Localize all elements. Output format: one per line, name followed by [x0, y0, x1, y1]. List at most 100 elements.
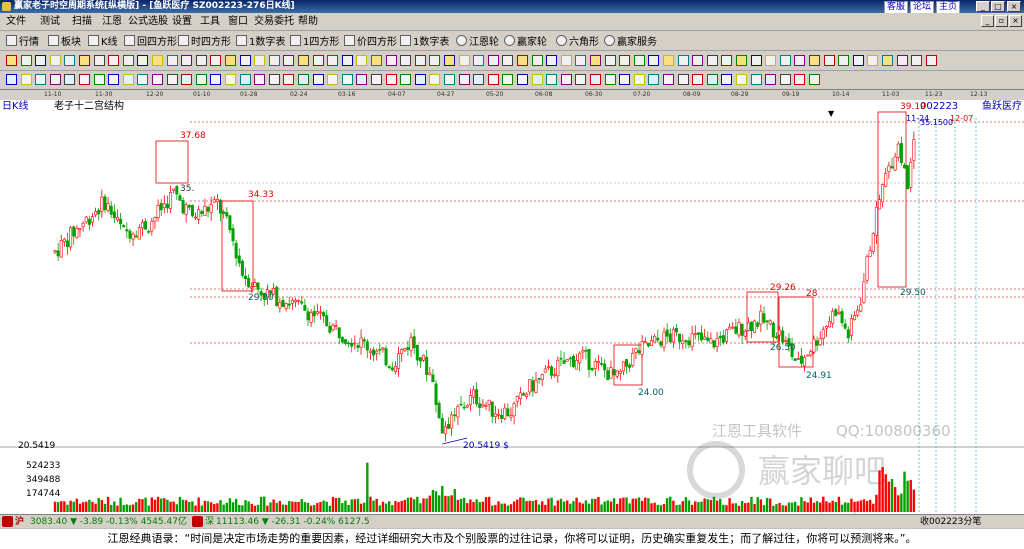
maximize-button[interactable]: □: [991, 1, 1005, 12]
draw-tool-icon-41[interactable]: [604, 55, 616, 66]
menu-window[interactable]: 窗口: [228, 15, 248, 28]
analysis-tool-icon-6[interactable]: [93, 74, 105, 85]
analysis-tool-icon-18[interactable]: [268, 74, 280, 85]
menu-settings[interactable]: 设置: [172, 15, 192, 28]
analysis-tool-icon-35[interactable]: [517, 74, 528, 85]
analysis-tool-icon-50[interactable]: [736, 74, 747, 85]
menu-tools[interactable]: 工具: [200, 15, 220, 28]
draw-tool-icon-11[interactable]: [166, 55, 178, 66]
menu-gann[interactable]: 江恩: [102, 15, 122, 28]
analysis-tool-icon-44[interactable]: [648, 74, 660, 85]
analysis-tool-icon-23[interactable]: [341, 74, 353, 85]
analysis-tool-icon-4[interactable]: [64, 74, 76, 85]
draw-tool-icon-0[interactable]: [6, 55, 17, 66]
draw-tool-icon-50[interactable]: [736, 55, 747, 66]
draw-tool-icon-7[interactable]: [108, 55, 120, 66]
draw-tool-icon-35[interactable]: [517, 55, 528, 66]
draw-tool-icon-32[interactable]: [473, 55, 485, 66]
draw-tool-icon-39[interactable]: [575, 55, 587, 66]
draw-tool-icon-5[interactable]: [79, 55, 90, 66]
analysis-tool-icon-38[interactable]: [560, 74, 572, 85]
draw-tool-icon-8[interactable]: [122, 55, 134, 66]
analysis-tool-icon-24[interactable]: [356, 74, 368, 85]
draw-tool-icon-55[interactable]: [809, 55, 820, 66]
draw-tool-icon-59[interactable]: [867, 55, 879, 66]
draw-tool-icon-12[interactable]: [181, 55, 193, 66]
draw-tool-icon-18[interactable]: [268, 55, 280, 66]
analysis-tool-icon-31[interactable]: [458, 74, 470, 85]
menu-scan[interactable]: 扫描: [72, 15, 92, 28]
analysis-tool-icon-20[interactable]: [298, 74, 309, 85]
draw-tool-icon-14[interactable]: [210, 55, 222, 66]
draw-tool-icon-33[interactable]: [487, 55, 499, 66]
draw-tool-icon-40[interactable]: [590, 55, 601, 66]
analysis-tool-icon-22[interactable]: [327, 74, 339, 85]
analysis-tool-icon-30[interactable]: [444, 74, 455, 85]
analysis-tool-icon-32[interactable]: [473, 74, 485, 85]
draw-tool-icon-22[interactable]: [327, 55, 339, 66]
analysis-tool-icon-29[interactable]: [429, 74, 441, 85]
analysis-tool-icon-21[interactable]: [312, 74, 324, 85]
toolbar-time-square-button[interactable]: 时四方形: [178, 33, 231, 48]
draw-tool-icon-3[interactable]: [49, 55, 61, 66]
analysis-tool-icon-19[interactable]: [283, 74, 295, 85]
draw-tool-icon-36[interactable]: [531, 55, 543, 66]
draw-tool-icon-19[interactable]: [283, 55, 295, 66]
analysis-tool-icon-5[interactable]: [79, 74, 90, 85]
analysis-tool-icon-40[interactable]: [590, 74, 601, 85]
toolbar-hexagon-button[interactable]: 六角形: [556, 33, 599, 48]
chart-dropdown-arrow[interactable]: ▼: [828, 109, 835, 118]
analysis-tool-icon-17[interactable]: [254, 74, 266, 85]
analysis-tool-icon-12[interactable]: [181, 74, 193, 85]
toolbar-sector-button[interactable]: 板块: [48, 33, 81, 48]
toolbar-square2-button[interactable]: 1四方形: [290, 33, 339, 48]
draw-tool-icon-43[interactable]: [633, 55, 645, 66]
chart-area[interactable]: 江恩工具软件 QQ:100800360 赢家聊吧 jiaoa.yo.cn 日K线…: [0, 100, 1024, 514]
draw-tool-icon-56[interactable]: [823, 55, 835, 66]
mdi-restore-button[interactable]: ▫: [995, 15, 1008, 27]
menu-formula[interactable]: 公式选股: [128, 15, 168, 28]
toolbar-number-table-button[interactable]: 1数字表: [236, 33, 285, 48]
draw-tool-icon-15[interactable]: [225, 55, 236, 66]
analysis-tool-icon-45[interactable]: [663, 74, 674, 85]
draw-tool-icon-37[interactable]: [546, 55, 558, 66]
draw-tool-icon-2[interactable]: [35, 55, 47, 66]
draw-tool-icon-16[interactable]: [239, 55, 251, 66]
mdi-close-button[interactable]: ×: [1009, 15, 1022, 27]
analysis-tool-icon-9[interactable]: [137, 74, 149, 85]
analysis-tool-icon-51[interactable]: [750, 74, 762, 85]
draw-tool-icon-45[interactable]: [663, 55, 674, 66]
toolbar-kline-button[interactable]: K线: [88, 33, 118, 48]
draw-tool-icon-49[interactable]: [721, 55, 733, 66]
menu-trade[interactable]: 交易委托: [254, 15, 294, 28]
analysis-tool-icon-25[interactable]: [371, 74, 382, 85]
analysis-tool-icon-34[interactable]: [502, 74, 514, 85]
toolbar-service-button[interactable]: 赢家服务: [604, 33, 657, 48]
toolbar-square-button[interactable]: 回四方形: [124, 33, 177, 48]
analysis-tool-icon-15[interactable]: [225, 74, 236, 85]
draw-tool-icon-31[interactable]: [458, 55, 470, 66]
draw-tool-icon-62[interactable]: [911, 55, 923, 66]
draw-tool-icon-47[interactable]: [692, 55, 704, 66]
kline-chart[interactable]: 江恩工具软件 QQ:100800360 赢家聊吧 jiaoa.yo.cn 日K线…: [0, 100, 1024, 514]
toolbar-winner-wheel-button[interactable]: 赢家轮: [504, 33, 547, 48]
draw-tool-icon-60[interactable]: [882, 55, 893, 66]
draw-tool-icon-29[interactable]: [429, 55, 441, 66]
draw-tool-icon-23[interactable]: [341, 55, 353, 66]
close-button[interactable]: ×: [1007, 1, 1021, 12]
draw-tool-icon-9[interactable]: [137, 55, 149, 66]
minimize-button[interactable]: _: [976, 1, 990, 12]
menu-test[interactable]: 测试: [40, 15, 60, 28]
analysis-tool-icon-52[interactable]: [765, 74, 777, 85]
analysis-tool-icon-55[interactable]: [809, 74, 820, 85]
analysis-tool-icon-49[interactable]: [721, 74, 733, 85]
draw-tool-icon-52[interactable]: [765, 55, 777, 66]
analysis-tool-icon-43[interactable]: [633, 74, 645, 85]
draw-tool-icon-46[interactable]: [677, 55, 689, 66]
analysis-tool-icon-11[interactable]: [166, 74, 178, 85]
analysis-tool-icon-46[interactable]: [677, 74, 689, 85]
draw-tool-icon-17[interactable]: [254, 55, 266, 66]
analysis-tool-icon-41[interactable]: [604, 74, 616, 85]
analysis-tool-icon-14[interactable]: [210, 74, 222, 85]
draw-tool-icon-53[interactable]: [779, 55, 791, 66]
